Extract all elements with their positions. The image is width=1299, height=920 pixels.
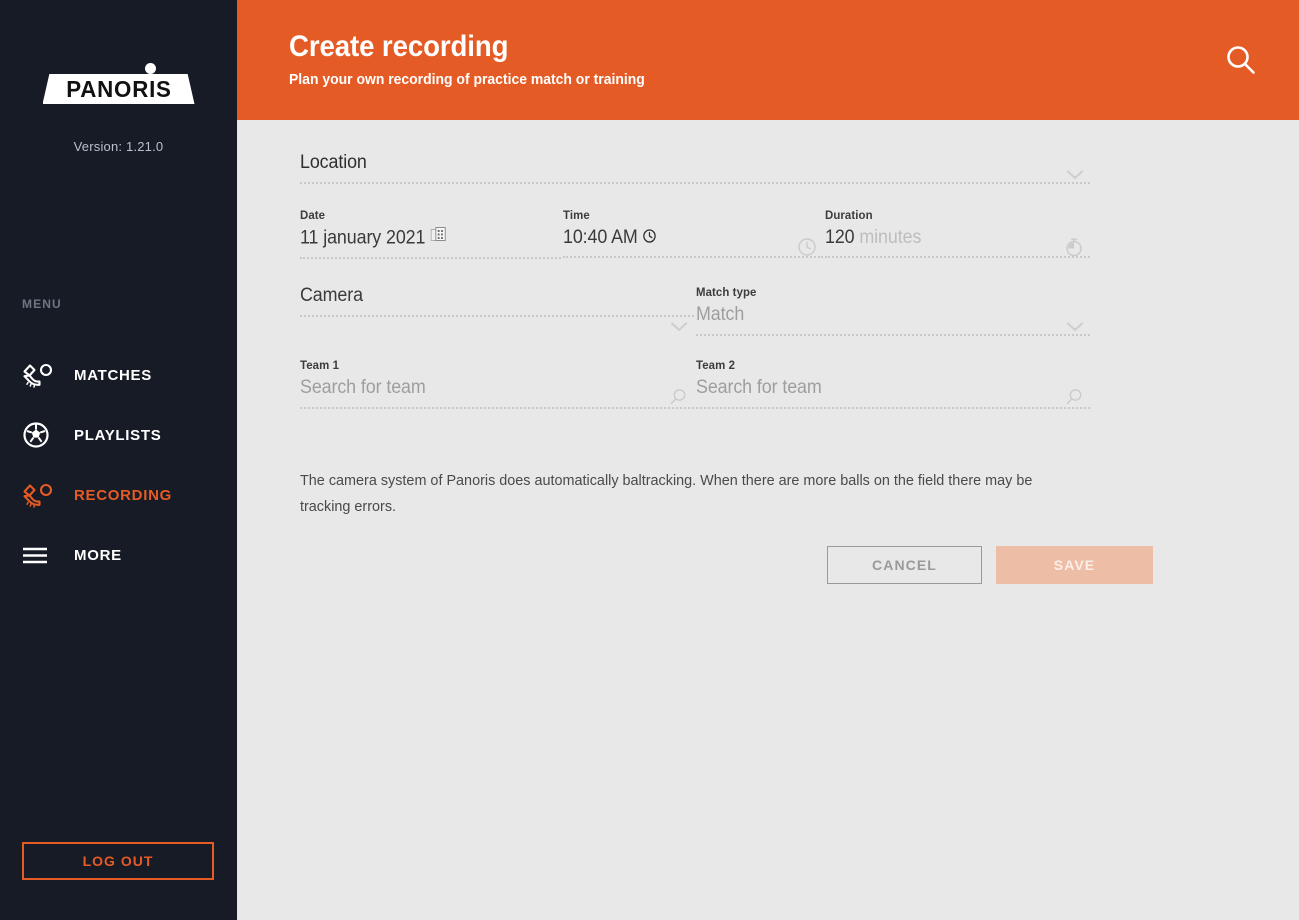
sidebar: PANORIS Version: 1.21.0 MENU MATCHES PLA… bbox=[0, 0, 237, 920]
search-icon[interactable] bbox=[1064, 387, 1086, 409]
form-actions: CANCEL SAVE bbox=[300, 546, 1153, 584]
sidebar-item-label: MORE bbox=[74, 546, 122, 564]
hamburger-icon bbox=[22, 540, 56, 570]
sidebar-item-label: PLAYLISTS bbox=[74, 426, 162, 444]
duration-label: Duration bbox=[825, 208, 873, 222]
team2-label: Team 2 bbox=[696, 358, 736, 372]
chevron-down-icon[interactable] bbox=[1066, 320, 1084, 332]
field-underline bbox=[300, 315, 694, 317]
camera-field[interactable]: Camera bbox=[300, 285, 694, 336]
field-underline bbox=[696, 407, 1090, 409]
chevron-down-icon[interactable] bbox=[670, 320, 688, 332]
search-icon[interactable] bbox=[668, 387, 690, 409]
time-value: 10:40 AM bbox=[562, 227, 638, 249]
time-label: Time bbox=[562, 208, 590, 222]
page-title: Create recording bbox=[289, 30, 509, 63]
stopwatch-icon[interactable] bbox=[1064, 237, 1086, 259]
duration-field[interactable]: Duration 120 minutes bbox=[825, 208, 1090, 259]
logout-button[interactable]: LOG OUT bbox=[22, 842, 214, 880]
team1-input[interactable]: Search for team bbox=[300, 377, 670, 407]
field-underline bbox=[696, 334, 1090, 336]
chevron-down-icon[interactable] bbox=[1066, 168, 1084, 180]
datetime-row: Date 11 january 2021 Time 10:40 AM Durat… bbox=[300, 208, 1090, 259]
match-type-value: Match bbox=[696, 304, 745, 325]
page-subtitle: Plan your own recording of practice matc… bbox=[289, 71, 645, 88]
sidebar-item-label: RECORDING bbox=[74, 486, 172, 504]
boot-ball-icon bbox=[22, 360, 56, 390]
team1-label: Team 1 bbox=[300, 358, 340, 372]
create-recording-form: Location Date 11 january 2021 Time 10:40… bbox=[300, 152, 1090, 409]
save-button[interactable]: SAVE bbox=[996, 546, 1153, 584]
sidebar-item-playlists[interactable]: PLAYLISTS bbox=[0, 405, 237, 465]
boot-ball-icon bbox=[22, 480, 56, 510]
match-type-label: Match type bbox=[696, 285, 757, 299]
camera-note: The camera system of Panoris does automa… bbox=[300, 472, 1033, 515]
soccer-ball-icon bbox=[22, 420, 56, 450]
date-value: 11 january 2021 bbox=[300, 227, 426, 249]
menu-section-label: MENU bbox=[22, 297, 62, 311]
cancel-button[interactable]: CANCEL bbox=[827, 546, 982, 584]
field-underline bbox=[300, 257, 561, 259]
sidebar-item-recording[interactable]: RECORDING bbox=[0, 465, 237, 525]
team1-field[interactable]: Team 1 Search for team bbox=[300, 358, 694, 409]
duration-value: 120 bbox=[825, 227, 855, 248]
search-button[interactable] bbox=[1219, 38, 1263, 82]
field-underline bbox=[825, 256, 1090, 258]
camera-matchtype-row: Camera Match type Match bbox=[300, 285, 1090, 336]
page-header: Create recording Plan your own recording… bbox=[237, 0, 1299, 120]
duration-unit: minutes bbox=[859, 227, 922, 248]
sidebar-item-label: MATCHES bbox=[74, 366, 152, 384]
logo-text: PANORIS bbox=[65, 76, 172, 102]
version-label: Version: 1.21.0 bbox=[73, 139, 164, 154]
time-field[interactable]: Time 10:40 AM bbox=[562, 208, 824, 259]
sidebar-nav: MATCHES PLAYLISTS RECORDING MORE bbox=[0, 345, 237, 585]
calendar-icon[interactable] bbox=[431, 227, 447, 250]
clock-outline-icon[interactable] bbox=[797, 237, 819, 259]
search-icon bbox=[1219, 46, 1263, 85]
camera-value: Camera bbox=[300, 285, 363, 306]
team2-field[interactable]: Team 2 Search for team bbox=[696, 358, 1090, 409]
date-label: Date bbox=[300, 208, 326, 222]
app-root: PANORIS Version: 1.21.0 MENU MATCHES PLA… bbox=[0, 0, 1299, 920]
location-value: Location bbox=[300, 152, 367, 173]
field-underline bbox=[562, 256, 824, 259]
match-type-field[interactable]: Match type Match bbox=[696, 285, 1090, 336]
team2-input[interactable]: Search for team bbox=[696, 377, 1066, 407]
field-underline bbox=[300, 407, 694, 409]
logo[interactable]: PANORIS bbox=[0, 62, 237, 122]
teams-row: Team 1 Search for team Team 2 Search for… bbox=[300, 358, 1090, 409]
location-field[interactable]: Location bbox=[300, 152, 1090, 184]
sidebar-item-more[interactable]: MORE bbox=[0, 525, 237, 585]
date-field[interactable]: Date 11 january 2021 bbox=[300, 208, 561, 259]
sidebar-item-matches[interactable]: MATCHES bbox=[0, 345, 237, 405]
logo-dot-icon bbox=[144, 63, 156, 74]
field-underline bbox=[300, 182, 1090, 184]
main-content: Create recording Plan your own recording… bbox=[237, 0, 1299, 920]
clock-icon[interactable] bbox=[643, 227, 656, 249]
